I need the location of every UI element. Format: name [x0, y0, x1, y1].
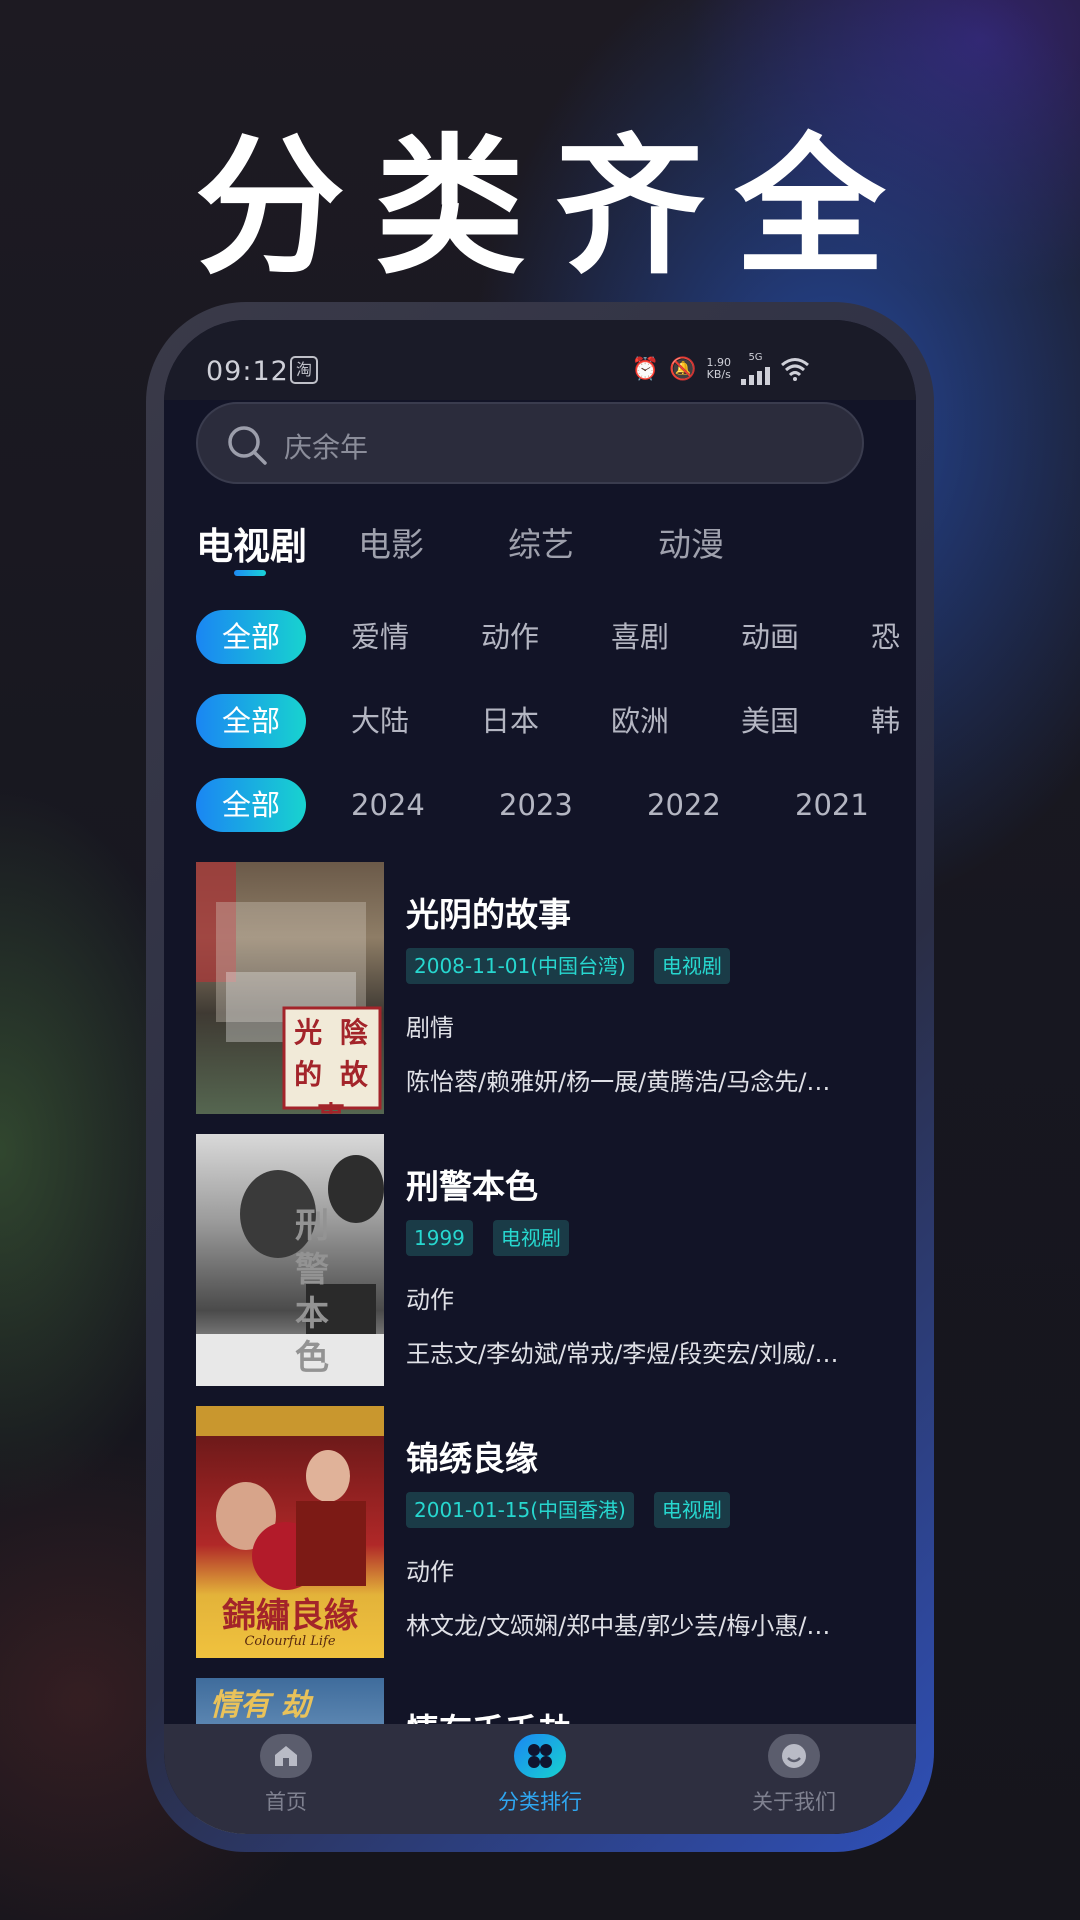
- genre-chip[interactable]: 喜剧: [611, 610, 669, 664]
- region-chip[interactable]: 大陆: [351, 694, 409, 748]
- region-chip[interactable]: 韩: [871, 694, 900, 748]
- region-chip[interactable]: 日本: [481, 694, 539, 748]
- poster-title-text: 情有 劫: [210, 1688, 311, 1723]
- nav-category-ranking[interactable]: 分类排行: [470, 1734, 610, 1816]
- tab-variety[interactable]: 综艺: [508, 518, 574, 566]
- genre-chip[interactable]: 动作: [481, 610, 539, 664]
- alarm-icon: ⏰: [631, 356, 660, 382]
- show-genre: 剧情: [406, 1014, 454, 1042]
- year-chip-all[interactable]: 全部: [196, 778, 306, 832]
- show-item[interactable]: 刑 警 本 色 刑警本色 1999 电视剧 动作 王志文/李幼斌/常戎/李煜/段…: [196, 1134, 916, 1386]
- promo-headline: 分类齐全: [194, 121, 915, 295]
- type-tag: 电视剧: [492, 1220, 569, 1256]
- nav-about-us[interactable]: 关于我们: [724, 1734, 864, 1816]
- category-icon: [514, 1734, 566, 1778]
- genre-chip[interactable]: 恐: [871, 610, 900, 664]
- network-speed: 1.90 KB/s: [706, 356, 732, 381]
- year-chip[interactable]: 2023: [499, 778, 573, 832]
- region-chip[interactable]: 欧洲: [611, 694, 669, 748]
- show-tags: 2008-11-01(中国台湾) 电视剧: [406, 948, 730, 984]
- genre-chip-all[interactable]: 全部: [196, 610, 306, 664]
- show-title: 锦绣良缘: [406, 1439, 538, 1478]
- genre-filter-row: 全部 爱情 动作 喜剧 动画 恐: [196, 610, 916, 666]
- nav-home[interactable]: 首页: [216, 1734, 356, 1816]
- release-date-tag: 2008-11-01(中国台湾): [406, 948, 634, 984]
- nav-category-label: 分类排行: [498, 1790, 582, 1814]
- type-tag: 电视剧: [653, 1492, 730, 1528]
- release-date-tag: 1999: [406, 1220, 473, 1256]
- show-tags: 1999 电视剧: [406, 1220, 569, 1256]
- region-chip-all[interactable]: 全部: [196, 694, 306, 748]
- category-tabs: 电视剧 电影 综艺 动漫: [196, 518, 896, 598]
- wifi-icon: [781, 358, 809, 381]
- region-chip[interactable]: 美国: [741, 694, 799, 748]
- show-genre: 动作: [406, 1558, 454, 1586]
- home-icon: [260, 1734, 312, 1778]
- poster-title-text: 錦繡良緣: [222, 1596, 358, 1636]
- active-tab-indicator: [234, 570, 266, 576]
- notification-badge: 淘: [290, 356, 318, 384]
- genre-chip[interactable]: 爱情: [351, 610, 409, 664]
- show-poster: 刑 警 本 色: [196, 1134, 384, 1386]
- network-type: 5G: [748, 352, 763, 363]
- search-icon: [228, 426, 267, 465]
- nav-home-label: 首页: [265, 1790, 307, 1814]
- tab-tv-series[interactable]: 电视剧: [196, 516, 307, 570]
- nav-about-label: 关于我们: [752, 1790, 836, 1814]
- year-filter-row: 全部 2024 2023 2022 2021: [196, 778, 916, 834]
- search-placeholder: 庆余年: [284, 431, 369, 464]
- show-poster: 光 陰 的 故 事: [196, 862, 384, 1114]
- year-chip[interactable]: 2022: [647, 778, 721, 832]
- profile-icon: [768, 1734, 820, 1778]
- poster-title-text: 刑 警 本 色: [295, 1206, 329, 1378]
- year-chip[interactable]: 2021: [795, 778, 869, 832]
- show-cast: 王志文/李幼斌/常戎/李煜/段奕宏/刘威/…: [406, 1340, 839, 1368]
- show-title: 光阴的故事: [406, 895, 571, 934]
- search-bar[interactable]: 庆余年: [196, 402, 864, 484]
- phone-screen: 09:12 淘 ⏰ 🔕 1.90 KB/s 5G 庆余年 电视剧 电影 综艺 动…: [164, 320, 916, 1834]
- signal-icon: [741, 363, 770, 385]
- genre-chip[interactable]: 动画: [741, 610, 799, 664]
- show-cast: 林文龙/文颂娴/郑中基/郭少芸/梅小惠/…: [406, 1612, 831, 1640]
- bottom-navigation: 首页 分类排行 关于我们: [164, 1724, 916, 1834]
- mute-bell-icon: 🔕: [669, 356, 697, 382]
- show-title: 刑警本色: [406, 1167, 538, 1206]
- show-item[interactable]: 錦繡良緣 Colourful Life 锦绣良缘 2001-01-15(中国香港…: [196, 1406, 916, 1658]
- show-cast: 陈怡蓉/赖雅妍/杨一展/黄腾浩/马念先/…: [406, 1068, 831, 1096]
- poster-title-text: 光 陰 的 故 事: [294, 1016, 372, 1114]
- show-item[interactable]: 光 陰 的 故 事 光阴的故事 2008-11-01(中国台湾) 电视剧 剧情 …: [196, 862, 916, 1114]
- tab-movies[interactable]: 电影: [358, 518, 424, 566]
- show-genre: 动作: [406, 1286, 454, 1314]
- poster-subtitle-text: Colourful Life: [244, 1634, 336, 1649]
- region-filter-row: 全部 大陆 日本 欧洲 美国 韩: [196, 694, 916, 750]
- type-tag: 电视剧: [653, 948, 730, 984]
- status-icons: ⏰ 🔕 1.90 KB/s 5G: [631, 352, 810, 385]
- show-poster: 錦繡良緣 Colourful Life: [196, 1406, 384, 1658]
- status-time: 09:12: [206, 356, 289, 387]
- tab-anime[interactable]: 动漫: [658, 518, 724, 566]
- show-tags: 2001-01-15(中国香港) 电视剧: [406, 1492, 730, 1528]
- release-date-tag: 2001-01-15(中国香港): [406, 1492, 634, 1528]
- year-chip[interactable]: 2024: [351, 778, 425, 832]
- status-bar: 09:12 淘 ⏰ 🔕 1.90 KB/s 5G: [164, 320, 916, 400]
